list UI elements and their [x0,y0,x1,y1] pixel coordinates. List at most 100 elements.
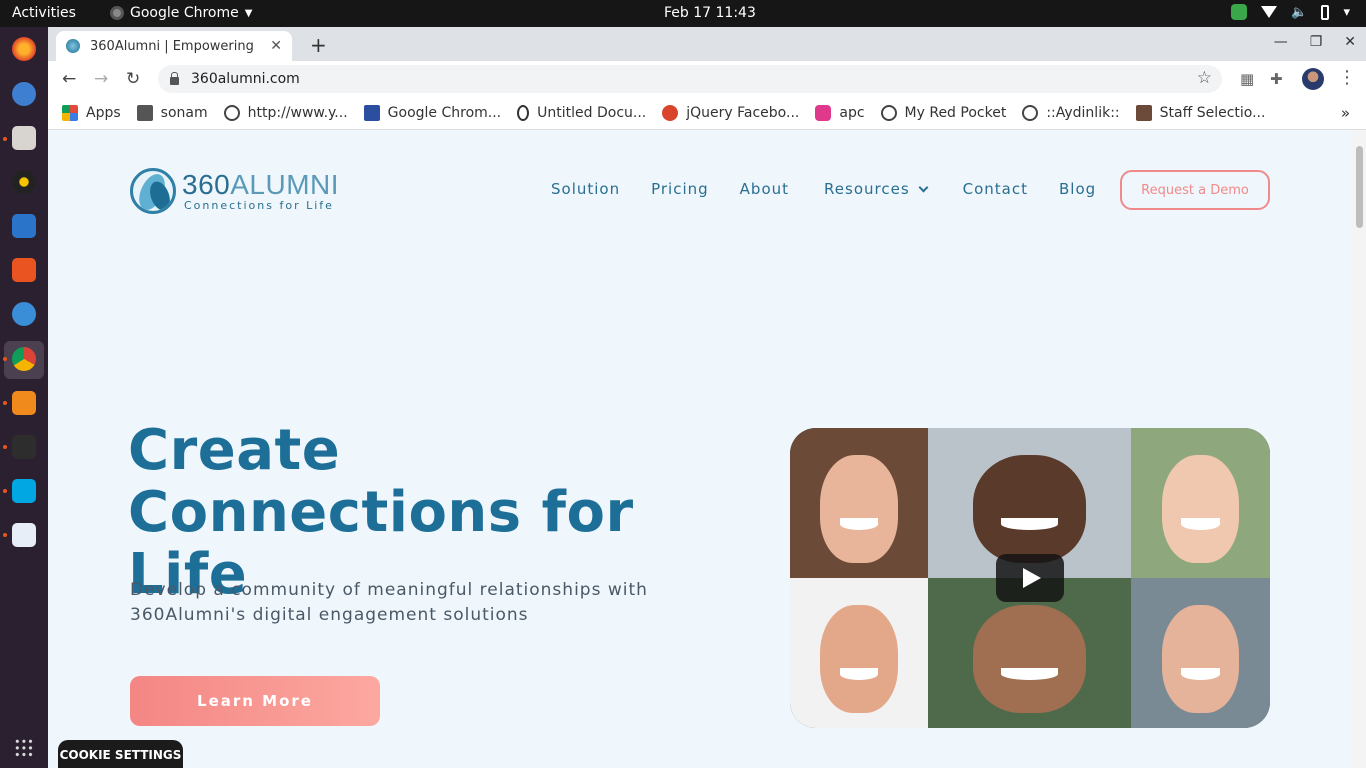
activities-button[interactable]: Activities [12,5,76,21]
sublime-icon[interactable] [12,391,36,415]
bookmarks-bar: Apps sonam http://www.y... Google Chrom.… [48,97,1366,130]
running-indicator [3,489,7,493]
bookmark-jquery-facebook[interactable]: jQuery Facebo... [662,105,799,121]
running-indicator [3,137,7,141]
play-button-icon[interactable] [996,554,1064,602]
help-icon[interactable] [12,302,36,326]
hero-video[interactable] [790,428,1270,728]
nav-about[interactable]: About [740,180,789,198]
site-logo[interactable]: 360ALUMNI Connections for Life [130,168,339,214]
folder-icon [136,105,153,121]
forward-icon[interactable]: → [94,69,108,89]
grid-site-icon [363,105,380,121]
bookmark-aydinlik[interactable]: ::Aydinlik:: [1022,105,1120,121]
globe-icon [1022,105,1039,121]
lock-icon[interactable] [170,72,179,85]
learn-more-button[interactable]: Learn More [130,676,380,726]
files-icon[interactable] [12,126,36,150]
apc-site-icon [815,105,832,121]
request-demo-button[interactable]: Request a Demo [1120,170,1270,210]
back-icon[interactable]: ← [62,69,76,89]
chrome-menu-icon[interactable]: ⋮ [1338,67,1356,88]
tab-title: 360Alumni | Empowering [90,38,254,54]
page-scrollbar[interactable] [1352,130,1366,768]
battery-icon [1321,4,1330,20]
extensions-puzzle-icon[interactable]: ✚ [1270,70,1283,88]
url-text: 360alumni.com [191,71,300,87]
nav-pricing[interactable]: Pricing [651,180,709,198]
video-face-tile [1131,578,1270,728]
apps-grid-icon [62,105,78,121]
window-controls: — ❐ ✕ [1274,34,1356,50]
address-bar[interactable]: 360alumni.com ☆ [158,65,1222,93]
bookmark-apc[interactable]: apc [815,105,865,121]
show-applications-icon[interactable] [14,738,34,758]
bookmark-apps[interactable]: Apps [62,105,121,121]
caret-down-icon: ▼ [244,7,253,19]
favicon-icon [66,39,80,53]
running-indicator [3,445,7,449]
close-tab-icon[interactable]: ✕ [270,38,282,54]
chevron-down-icon [918,182,929,193]
video-face-tile [790,578,928,728]
browser-toolbar: ← → ↻ 360alumni.com ☆ ▦ ✚ ⋮ [48,61,1366,97]
hero-subtitle: Develop a community of meaningful relati… [130,580,648,625]
globe-icon [880,105,897,121]
nav-blog[interactable]: Blog [1059,180,1096,198]
profile-avatar[interactable] [1302,68,1324,90]
scrollbar-thumb[interactable] [1356,146,1363,228]
extension-icon[interactable]: ▦ [1240,70,1254,88]
restore-icon[interactable]: ❐ [1310,34,1323,50]
site-nav: Solution Pricing About Resources Contact… [551,180,1127,198]
nav-contact[interactable]: Contact [963,180,1028,198]
cookie-settings-button[interactable]: COOKIE SETTINGS [58,740,183,768]
system-top-bar: Activities Google Chrome ▼ Feb 17 11:43 … [0,0,1366,27]
dock [0,27,48,768]
firefox-icon[interactable] [12,37,36,61]
rhythmbox-icon[interactable] [12,170,36,194]
chrome-dock-icon[interactable] [12,347,36,371]
bookmark-www-y[interactable]: http://www.y... [223,105,348,121]
reload-icon[interactable]: ↻ [126,69,140,89]
bookmark-sonam[interactable]: sonam [136,105,208,121]
writer-icon[interactable] [12,214,36,238]
bookmark-my-red-pocket[interactable]: My Red Pocket [880,105,1006,121]
skype-icon[interactable] [12,479,36,503]
browser-tab[interactable]: 360Alumni | Empowering ✕ [56,31,292,61]
globe-icon [223,105,240,121]
bookmarks-overflow-icon[interactable]: » [1341,104,1350,122]
power-menu-icon[interactable]: ▾ [1343,5,1350,20]
wifi-icon [1261,6,1278,18]
terminal-icon[interactable] [12,435,36,459]
nav-solution[interactable]: Solution [551,180,620,198]
clock[interactable]: Feb 17 11:43 [664,5,756,21]
running-indicator [3,533,7,537]
bookmark-staff-selection[interactable]: Staff Selectio... [1135,105,1265,121]
chrome-icon [110,6,124,20]
staff-site-icon [1135,105,1152,121]
system-tray[interactable]: 🔈 ▾ [1231,4,1350,20]
jquery-site-icon [662,105,679,121]
running-indicator [3,401,7,405]
bookmark-google-chrome[interactable]: Google Chrom... [363,105,501,121]
close-window-icon[interactable]: ✕ [1344,34,1356,50]
text-editor-icon[interactable] [12,523,36,547]
web-page: 360ALUMNI Connections for Life Solution … [48,130,1352,768]
browser-window: 360Alumni | Empowering ✕ + — ❐ ✕ ← → ↻ 3… [48,27,1366,768]
update-icon[interactable] [1231,4,1248,20]
bookmark-star-icon[interactable]: ☆ [1197,68,1212,88]
bookmark-untitled-document[interactable]: Untitled Docu... [517,105,646,121]
new-tab-button[interactable]: + [310,33,327,57]
logo-wordmark: 360ALUMNI [182,168,340,200]
app-name: Google Chrome [130,5,239,21]
tab-strip: 360Alumni | Empowering ✕ + — ❐ ✕ [48,27,1366,61]
nav-resources[interactable]: Resources [824,180,929,198]
software-center-icon[interactable] [12,258,36,282]
app-menu[interactable]: Google Chrome ▼ [110,5,252,21]
volume-icon: 🔈 [1291,4,1308,20]
video-face-tile [790,428,928,578]
logo-tagline: Connections for Life [184,198,334,212]
minimize-icon[interactable]: — [1274,34,1288,50]
thunderbird-icon[interactable] [12,82,36,106]
video-face-tile [1131,428,1270,578]
